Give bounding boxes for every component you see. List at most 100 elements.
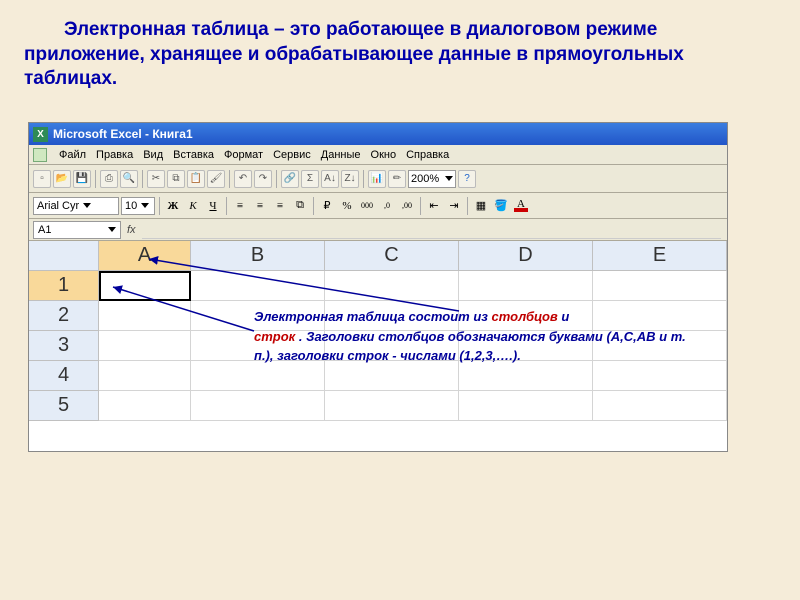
save-icon[interactable]: 💾 — [73, 170, 91, 188]
print-preview-icon[interactable]: 🔍 — [120, 170, 138, 188]
cell-B4[interactable] — [191, 361, 325, 391]
row-header-5[interactable]: 5 — [29, 391, 99, 421]
cell-A5[interactable] — [99, 391, 191, 421]
window-title: Microsoft Excel - Книга1 — [53, 127, 193, 141]
cell-D4[interactable] — [459, 361, 593, 391]
row-header-2[interactable]: 2 — [29, 301, 99, 331]
excel-app-icon: X — [33, 127, 48, 142]
cell-B1[interactable] — [191, 271, 325, 301]
chart-icon[interactable]: 📊 — [368, 170, 386, 188]
select-all-corner[interactable] — [29, 241, 99, 271]
fx-icon[interactable]: fx — [127, 224, 136, 236]
separator — [420, 197, 421, 215]
standard-toolbar: ▫ 📂 💾 ⎙ 🔍 ✂ ⧉ 📋 🖌 ↶ ↷ 🔗 Σ A↓ Z↓ 📊 ✏ 200% — [29, 165, 727, 193]
slide-heading: Электронная таблица – это работающее в д… — [24, 18, 776, 92]
grid-row: 5 — [29, 391, 727, 421]
cut-icon[interactable]: ✂ — [147, 170, 165, 188]
col-header-B[interactable]: B — [191, 241, 325, 271]
cell-C4[interactable] — [325, 361, 459, 391]
paste-icon[interactable]: 📋 — [187, 170, 205, 188]
annotation-text: Электронная таблица состоит из столбцов … — [254, 307, 694, 366]
zoom-value: 200% — [411, 173, 439, 185]
zoom-combo[interactable]: 200% — [408, 170, 456, 188]
excel-window: X Microsoft Excel - Книга1 Файл Правка В… — [28, 122, 728, 452]
underline-button[interactable]: Ч — [204, 197, 222, 215]
indent-increase-icon[interactable]: ⇥ — [445, 197, 463, 215]
menu-bar: Файл Правка Вид Вставка Формат Сервис Да… — [29, 145, 727, 165]
menu-file[interactable]: Файл — [59, 149, 86, 161]
percent-icon[interactable]: % — [338, 197, 356, 215]
formula-input[interactable] — [142, 221, 721, 239]
format-painter-icon[interactable]: 🖌 — [207, 170, 225, 188]
cell-A2[interactable] — [99, 301, 191, 331]
cell-C1[interactable] — [325, 271, 459, 301]
cell-E5[interactable] — [593, 391, 727, 421]
font-value: Arial Cyr — [37, 200, 79, 212]
menu-window[interactable]: Окно — [371, 149, 397, 161]
drawing-icon[interactable]: ✏ — [388, 170, 406, 188]
keyword-columns: столбцов — [492, 309, 558, 324]
separator — [363, 170, 364, 188]
new-icon[interactable]: ▫ — [33, 170, 51, 188]
grid-row: 1 — [29, 271, 727, 301]
formula-bar-row: A1 fx — [29, 219, 727, 241]
menu-tools[interactable]: Сервис — [273, 149, 311, 161]
help-icon[interactable]: ? — [458, 170, 476, 188]
autosum-icon[interactable]: Σ — [301, 170, 319, 188]
col-header-D[interactable]: D — [459, 241, 593, 271]
bold-button[interactable]: Ж — [164, 197, 182, 215]
name-box[interactable]: A1 — [33, 221, 121, 239]
menu-view[interactable]: Вид — [143, 149, 163, 161]
cell-E4[interactable] — [593, 361, 727, 391]
cell-B5[interactable] — [191, 391, 325, 421]
cell-D1[interactable] — [459, 271, 593, 301]
indent-decrease-icon[interactable]: ⇤ — [425, 197, 443, 215]
col-header-E[interactable]: E — [593, 241, 727, 271]
menu-insert[interactable]: Вставка — [173, 149, 214, 161]
borders-icon[interactable]: ▦ — [472, 197, 490, 215]
separator — [276, 170, 277, 188]
cell-E1[interactable] — [593, 271, 727, 301]
row-header-3[interactable]: 3 — [29, 331, 99, 361]
print-icon[interactable]: ⎙ — [100, 170, 118, 188]
decrease-decimal-icon[interactable]: ,00 — [398, 197, 416, 215]
row-header-1[interactable]: 1 — [29, 271, 99, 301]
fill-color-icon[interactable]: 🪣 — [492, 197, 510, 215]
increase-decimal-icon[interactable]: ,0 — [378, 197, 396, 215]
row-header-4[interactable]: 4 — [29, 361, 99, 391]
sort-desc-icon[interactable]: Z↓ — [341, 170, 359, 188]
hyperlink-icon[interactable]: 🔗 — [281, 170, 299, 188]
separator — [95, 170, 96, 188]
open-icon[interactable]: 📂 — [53, 170, 71, 188]
separator — [467, 197, 468, 215]
cell-D5[interactable] — [459, 391, 593, 421]
col-header-A[interactable]: A — [99, 241, 191, 271]
cell-A3[interactable] — [99, 331, 191, 361]
align-left-icon[interactable]: ≡ — [231, 197, 249, 215]
menu-format[interactable]: Формат — [224, 149, 263, 161]
dropdown-icon — [83, 203, 91, 208]
separator — [229, 170, 230, 188]
redo-icon[interactable]: ↷ — [254, 170, 272, 188]
align-right-icon[interactable]: ≡ — [271, 197, 289, 215]
worksheet-grid: A B C D E 1 2 — [29, 241, 727, 451]
menu-help[interactable]: Справка — [406, 149, 449, 161]
menu-data[interactable]: Данные — [321, 149, 361, 161]
font-combo[interactable]: Arial Cyr — [33, 197, 119, 215]
font-color-icon[interactable]: A — [512, 197, 530, 215]
cell-C5[interactable] — [325, 391, 459, 421]
thousands-icon[interactable]: 000 — [358, 197, 376, 215]
col-header-C[interactable]: C — [325, 241, 459, 271]
copy-icon[interactable]: ⧉ — [167, 170, 185, 188]
italic-button[interactable]: К — [184, 197, 202, 215]
font-size-combo[interactable]: 10 — [121, 197, 155, 215]
dropdown-icon — [141, 203, 149, 208]
align-center-icon[interactable]: ≡ — [251, 197, 269, 215]
merge-center-icon[interactable]: ⧉ — [291, 197, 309, 215]
currency-icon[interactable]: ₽ — [318, 197, 336, 215]
menu-edit[interactable]: Правка — [96, 149, 133, 161]
cell-A1[interactable] — [99, 271, 191, 301]
cell-A4[interactable] — [99, 361, 191, 391]
undo-icon[interactable]: ↶ — [234, 170, 252, 188]
sort-asc-icon[interactable]: A↓ — [321, 170, 339, 188]
